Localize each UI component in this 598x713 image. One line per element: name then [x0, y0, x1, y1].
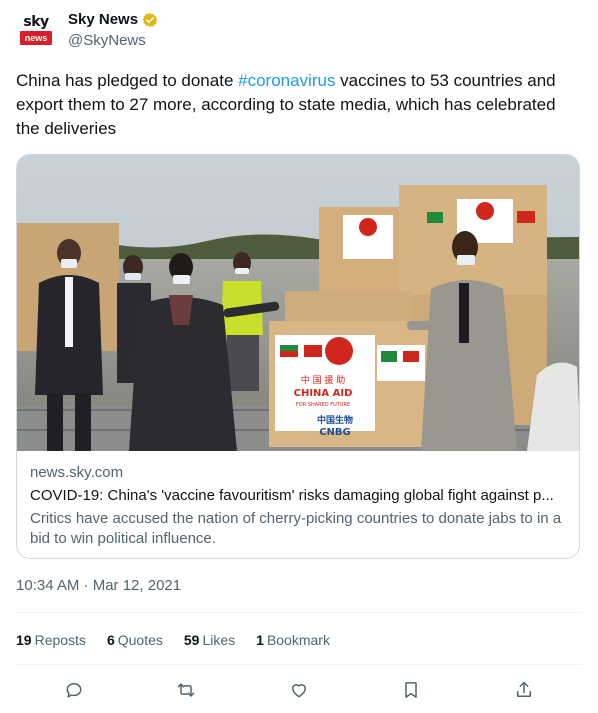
avatar-logo-news: news [19, 31, 53, 45]
divider-bottom [16, 664, 582, 665]
likes-label: Likes [202, 632, 236, 648]
box-label-cnbg-cn: 中国生物 [317, 414, 353, 426]
box-label-china-aid: CHINA AID [294, 388, 353, 399]
hashtag-link[interactable]: #coronavirus [238, 71, 335, 90]
bookmark-icon[interactable] [399, 678, 423, 702]
reposts-label: Reposts [34, 632, 86, 648]
quotes-label: Quotes [117, 632, 163, 648]
avatar-logo-sky: sky [23, 14, 49, 30]
card-image[interactable]: 中 国 援 助 CHINA AID FOR SHARED FUTURE 中国生物… [17, 155, 579, 451]
card-photo: 中 国 援 助 CHINA AID FOR SHARED FUTURE 中国生物… [17, 155, 579, 451]
card-description: Critics have accused the nation of cherr… [30, 510, 562, 547]
heart-icon[interactable] [287, 678, 311, 702]
author-handle[interactable]: @SkyNews [68, 31, 158, 51]
bookmarks-count: 1 [256, 632, 264, 648]
tweet-text-part-1: China has pledged to donate [16, 71, 239, 90]
quotes-stat[interactable]: 6 Quotes [107, 630, 163, 650]
engagement-stats: 19 Reposts 6 Quotes 59 Likes 1 Bookmark [16, 630, 351, 650]
card-meta: news.sky.com COVID-19: China's 'vaccine … [30, 463, 570, 549]
share-icon[interactable] [512, 678, 536, 702]
reply-icon[interactable] [62, 678, 86, 702]
reposts-count: 19 [16, 632, 32, 648]
reposts-stat[interactable]: 19 Reposts [16, 630, 86, 650]
author-names: Sky News @SkyNews [68, 10, 158, 51]
tweet-text: China has pledged to donate #coronavirus… [16, 69, 582, 141]
bookmarks-label: Bookmark [266, 632, 330, 648]
display-name[interactable]: Sky News [68, 10, 138, 30]
card-title[interactable]: COVID-19: China's 'vaccine favouritism' … [30, 486, 570, 506]
box-label-shared-future: FOR SHARED FUTURE [296, 402, 350, 408]
card-domain: news.sky.com [30, 464, 124, 481]
avatar[interactable]: sky news [16, 10, 56, 50]
likes-count: 59 [183, 632, 200, 648]
repost-icon[interactable] [174, 678, 198, 702]
action-bar [0, 678, 598, 702]
box-label-cnbg: CNBG [319, 427, 351, 438]
bookmarks-stat[interactable]: 1 Bookmark [256, 630, 330, 650]
verified-badge-icon [142, 12, 158, 28]
likes-stat[interactable]: 59 Likes [184, 630, 235, 650]
box-label-cn: 中 国 援 助 [301, 374, 346, 386]
link-card[interactable]: 中 国 援 助 CHINA AID FOR SHARED FUTURE 中国生物… [16, 154, 580, 559]
tweet-timestamp[interactable]: 10:34 AM · Mar 12, 2021 [16, 576, 181, 596]
quotes-count: 6 [106, 632, 115, 648]
tweet-header: sky news Sky News @SkyNews [16, 10, 158, 51]
divider-top [16, 612, 582, 613]
